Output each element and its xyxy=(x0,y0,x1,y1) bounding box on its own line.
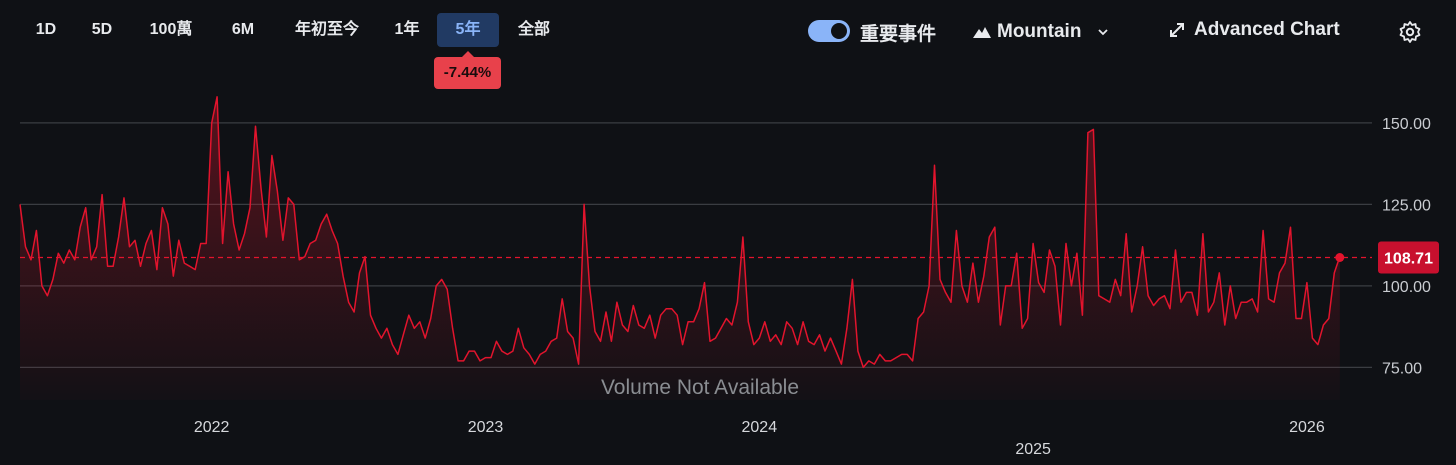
volume-note: Volume Not Available xyxy=(601,376,799,399)
y-tick-label: 75.00 xyxy=(1382,360,1422,377)
y-tick-label: 100.00 xyxy=(1382,279,1431,296)
y-tick-label: 125.00 xyxy=(1382,197,1431,214)
y-tick-label: 150.00 xyxy=(1382,116,1431,133)
last-price-dot xyxy=(1335,253,1345,263)
x-tick-label: 2024 xyxy=(742,419,778,436)
x-tick-label: 2026 xyxy=(1289,419,1325,436)
x-tick-label: 2022 xyxy=(194,419,230,436)
x-tick-label: 2025 xyxy=(1015,441,1051,458)
x-tick-label: 2023 xyxy=(468,419,504,436)
price-chart[interactable]: 75.00 100.00 125.00 150.00 108.71 2022 2023 202… xyxy=(0,0,1456,465)
last-price-label: 108.71 xyxy=(1384,251,1433,268)
